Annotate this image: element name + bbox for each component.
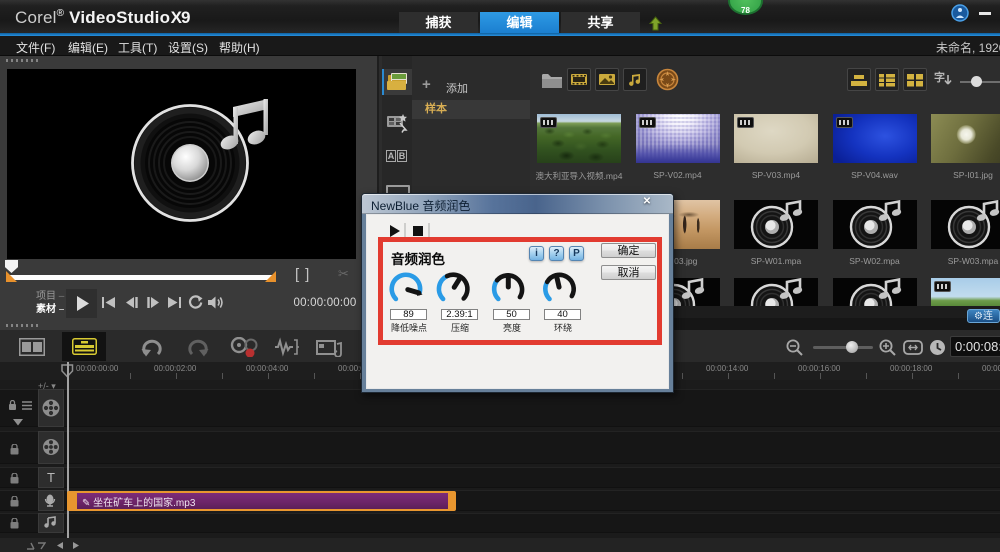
svg-text:字: 字 (934, 70, 945, 84)
